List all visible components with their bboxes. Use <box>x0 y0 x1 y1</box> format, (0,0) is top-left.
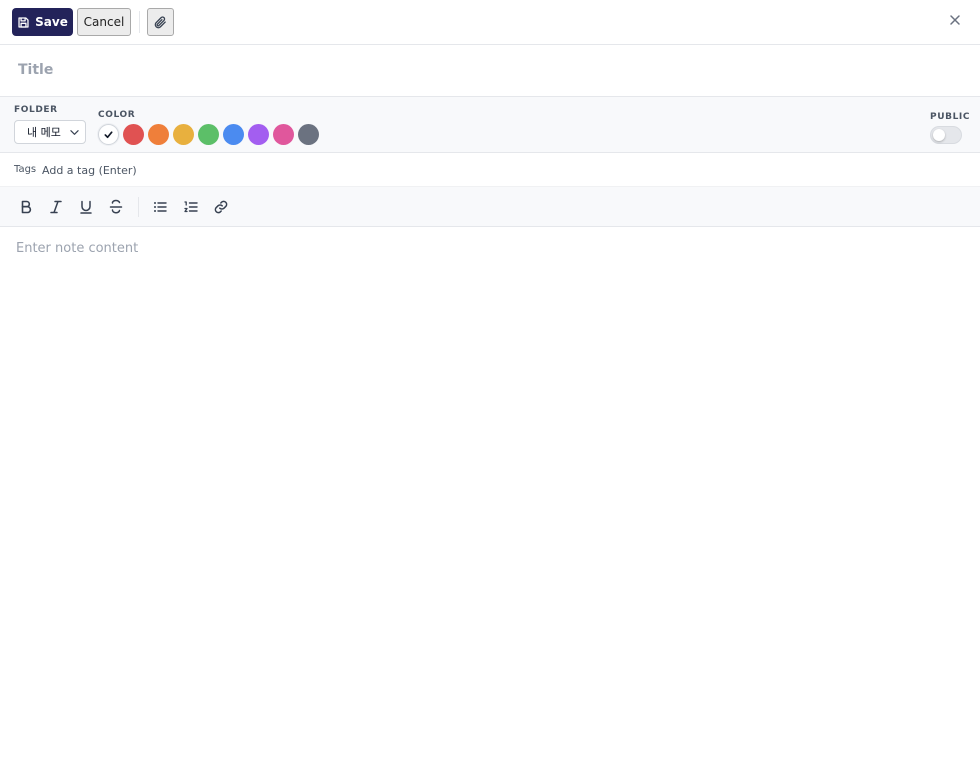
save-button[interactable]: Save <box>12 8 73 36</box>
color-swatch-orange[interactable] <box>148 124 169 145</box>
folder-select[interactable]: 내 메모 <box>14 120 86 144</box>
color-swatch-blue[interactable] <box>223 124 244 145</box>
link-icon <box>214 200 228 214</box>
content-input[interactable] <box>16 241 964 741</box>
color-swatch-green[interactable] <box>198 124 219 145</box>
strikethrough-icon <box>109 199 123 214</box>
color-swatch-red[interactable] <box>123 124 144 145</box>
toggle-knob <box>933 129 945 141</box>
color-swatch-gray[interactable] <box>298 124 319 145</box>
chevron-down-icon <box>70 130 79 135</box>
link-button[interactable] <box>211 197 231 217</box>
title-row <box>0 45 980 97</box>
save-label: Save <box>35 15 68 29</box>
folder-selected-value: 내 메모 <box>27 126 61 139</box>
color-swatch-purple[interactable] <box>248 124 269 145</box>
attach-button[interactable] <box>147 8 174 36</box>
floppy-disk-icon <box>18 16 29 28</box>
folder-label: FOLDER <box>14 105 58 115</box>
close-icon <box>950 15 960 25</box>
public-label: PUBLIC <box>930 112 971 122</box>
strikethrough-button[interactable] <box>106 197 126 217</box>
color-swatch-pink[interactable] <box>273 124 294 145</box>
format-divider <box>138 197 139 217</box>
tag-input[interactable] <box>42 161 342 179</box>
italic-button[interactable] <box>46 197 66 217</box>
color-label: COLOR <box>98 110 136 120</box>
toolbar-divider <box>139 11 140 33</box>
numbered-list-icon <box>184 201 198 213</box>
bullet-list-button[interactable] <box>150 197 170 217</box>
bullet-list-icon <box>154 202 167 212</box>
public-toggle[interactable] <box>930 126 962 144</box>
format-toolbar <box>0 187 980 227</box>
cancel-button[interactable]: Cancel <box>77 8 131 36</box>
paperclip-icon <box>154 15 166 28</box>
close-button[interactable] <box>945 10 965 30</box>
top-toolbar: Save Cancel <box>0 0 980 45</box>
numbered-list-button[interactable] <box>181 197 201 217</box>
color-swatch-white[interactable] <box>98 124 119 145</box>
color-swatch-yellow[interactable] <box>173 124 194 145</box>
bold-button[interactable] <box>16 197 36 217</box>
italic-icon <box>50 200 62 214</box>
underline-icon <box>80 200 92 214</box>
bold-icon <box>21 200 32 214</box>
title-input[interactable] <box>18 59 918 81</box>
check-icon <box>104 131 113 139</box>
note-options: FOLDER 내 메모 COLOR PUBLIC <box>0 97 980 153</box>
tags-row: Tags <box>0 153 980 187</box>
tags-label: Tags <box>14 164 37 175</box>
content-area <box>0 227 980 760</box>
underline-button[interactable] <box>76 197 96 217</box>
